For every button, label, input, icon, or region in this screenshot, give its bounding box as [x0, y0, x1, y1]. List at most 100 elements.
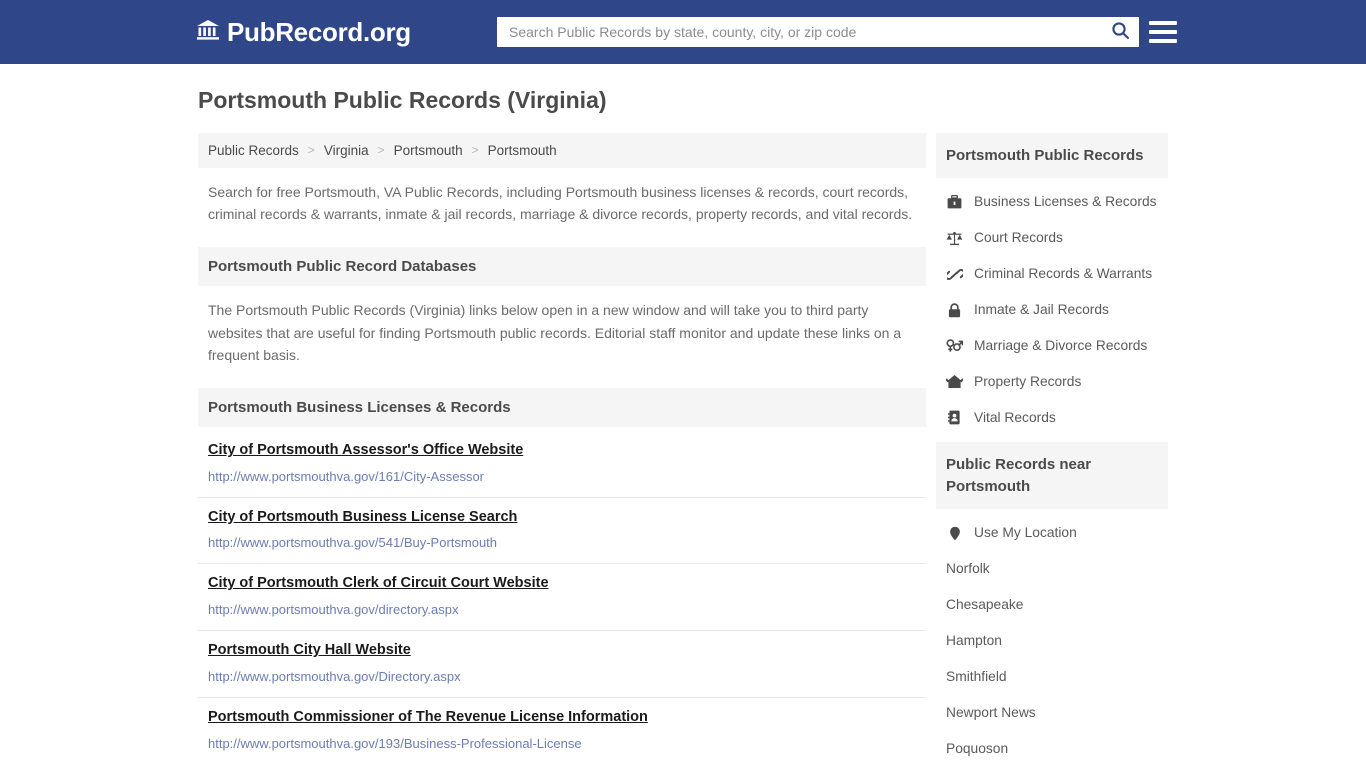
sidebar-item-label: Business Licenses & Records	[974, 194, 1157, 210]
lock-icon	[946, 302, 963, 318]
search-icon	[1111, 21, 1130, 43]
sidebar-item-label: Court Records	[974, 230, 1063, 246]
list-item: Vital Records	[936, 400, 1168, 436]
sidebar-item-vital-records[interactable]: Vital Records	[936, 400, 1168, 436]
breadcrumb-item-3[interactable]: Portsmouth	[488, 143, 557, 158]
sidebar-nearby-heading: Public Records near Portsmouth	[936, 441, 1168, 510]
record-link-title[interactable]: City of Portsmouth Clerk of Circuit Cour…	[208, 574, 549, 594]
site-logo-text: PubRecord.org	[227, 17, 411, 47]
use-my-location-button[interactable]: Use My Location	[936, 515, 1168, 551]
breadcrumb-separator: >	[307, 143, 315, 158]
site-logo[interactable]: PubRecord.org	[196, 19, 411, 46]
record-link-url[interactable]: http://www.portsmouthva.gov/Directory.as…	[208, 668, 916, 686]
record-link-url[interactable]: http://www.portsmouthva.gov/193/Business…	[208, 735, 916, 753]
sidebar-nearby-hampton[interactable]: Hampton	[936, 623, 1168, 659]
record-link-url[interactable]: http://www.portsmouthva.gov/directory.as…	[208, 601, 916, 619]
record-link-title[interactable]: City of Portsmouth Assessor's Office Web…	[208, 441, 523, 461]
sidebar-nearby-chesapeake[interactable]: Chesapeake	[936, 587, 1168, 623]
sidebar-item-inmate-jail-records[interactable]: Inmate & Jail Records	[936, 292, 1168, 328]
databases-description: The Portsmouth Public Records (Virginia)…	[208, 301, 902, 364]
list-item: Hampton	[936, 623, 1168, 659]
search-button[interactable]	[1101, 17, 1139, 47]
breadcrumb-separator: >	[471, 143, 479, 158]
hamburger-menu-icon[interactable]	[1149, 19, 1177, 45]
sidebar-item-property-records[interactable]: Property Records	[936, 364, 1168, 400]
record-link-url[interactable]: http://www.portsmouthva.gov/541/Buy-Port…	[208, 534, 916, 552]
sidebar-nearby-newport-news[interactable]: Newport News	[936, 695, 1168, 731]
list-item: City of Portsmouth Business License Sear…	[198, 496, 926, 564]
handcuffs-icon	[946, 267, 963, 282]
sidebar-item-court-records[interactable]: Court Records	[936, 220, 1168, 256]
list-item: Chesapeake	[936, 587, 1168, 623]
record-link-title[interactable]: Portsmouth Commissioner of The Revenue L…	[208, 708, 648, 728]
sidebar-nearby-label: Poquoson	[946, 740, 1009, 756]
sidebar-nearby-norfolk[interactable]: Norfolk	[936, 551, 1168, 587]
list-item: Smithfield	[936, 659, 1168, 695]
sidebar-nearby-label: Smithfield	[946, 668, 1007, 684]
venus-mars-icon	[946, 338, 963, 353]
sidebar: Portsmouth Public Records Business Licen…	[936, 132, 1168, 768]
list-item: Property Records	[936, 364, 1168, 400]
sidebar-nearby-box: Public Records near Portsmouth Use My Lo…	[936, 441, 1168, 767]
sidebar-item-label: Marriage & Divorce Records	[974, 338, 1148, 354]
see-all-row: See all Portsmouth Business Licenses & R…	[198, 764, 926, 768]
sidebar-nearby-label: Hampton	[946, 633, 1002, 649]
sidebar-item-label: Inmate & Jail Records	[974, 302, 1109, 318]
sidebar-item-marriage-divorce-records[interactable]: Marriage & Divorce Records	[936, 328, 1168, 364]
briefcase-icon	[946, 195, 963, 209]
list-item: Criminal Records & Warrants	[936, 256, 1168, 292]
two-column-layout: Public Records > Virginia > Portsmouth >…	[198, 132, 1168, 768]
business-licenses-heading: Portsmouth Business Licenses & Records	[198, 387, 926, 427]
map-pin-icon	[946, 526, 963, 541]
list-item: Inmate & Jail Records	[936, 292, 1168, 328]
list-item: Use My Location	[936, 515, 1168, 551]
list-item: City of Portsmouth Assessor's Office Web…	[198, 437, 926, 497]
home-icon	[946, 374, 963, 389]
page-body: Portsmouth Public Records (Virginia) Pub…	[0, 64, 1366, 768]
record-link-title[interactable]: Portsmouth City Hall Website	[208, 641, 411, 661]
breadcrumb-separator: >	[377, 143, 385, 158]
record-link-list: City of Portsmouth Assessor's Office Web…	[198, 437, 926, 764]
use-my-location-label: Use My Location	[974, 525, 1077, 541]
breadcrumb: Public Records > Virginia > Portsmouth >…	[198, 132, 926, 168]
list-item: Court Records	[936, 220, 1168, 256]
databases-heading: Portsmouth Public Record Databases	[198, 246, 926, 286]
list-item: Portsmouth Commissioner of The Revenue L…	[198, 696, 926, 764]
sidebar-item-label: Vital Records	[974, 409, 1056, 425]
sidebar-nearby-label: Norfolk	[946, 561, 990, 577]
sidebar-nearby-list: Use My Location Norfolk Chesapeake Hampt…	[936, 509, 1168, 766]
list-item: Newport News	[936, 695, 1168, 731]
sidebar-nearby-label: Newport News	[946, 704, 1036, 720]
scales-of-justice-icon	[946, 231, 963, 246]
sidebar-item-criminal-records[interactable]: Criminal Records & Warrants	[936, 256, 1168, 292]
list-item: Portsmouth City Hall Website http://www.…	[198, 630, 926, 697]
record-link-title[interactable]: City of Portsmouth Business License Sear…	[208, 508, 517, 528]
sidebar-nearby-poquoson[interactable]: Poquoson	[936, 731, 1168, 767]
list-item: City of Portsmouth Clerk of Circuit Cour…	[198, 563, 926, 630]
list-item: Poquoson	[936, 731, 1168, 767]
main-column: Public Records > Virginia > Portsmouth >…	[198, 132, 926, 768]
list-item: Business Licenses & Records	[936, 184, 1168, 220]
breadcrumb-item-2[interactable]: Portsmouth	[394, 143, 463, 158]
intro-text: Search for free Portsmouth, VA Public Re…	[208, 183, 913, 223]
address-book-icon	[946, 410, 963, 425]
sidebar-records-list: Business Licenses & Records Court Record…	[936, 178, 1168, 435]
list-item: Norfolk	[936, 551, 1168, 587]
list-item: Marriage & Divorce Records	[936, 328, 1168, 364]
sidebar-nearby-smithfield[interactable]: Smithfield	[936, 659, 1168, 695]
search-input[interactable]	[497, 17, 1101, 47]
breadcrumb-item-0[interactable]: Public Records	[208, 143, 299, 158]
bank-building-icon	[196, 19, 220, 46]
record-link-url[interactable]: http://www.portsmouthva.gov/161/City-Ass…	[208, 468, 916, 486]
sidebar-item-business-licenses[interactable]: Business Licenses & Records	[936, 184, 1168, 220]
breadcrumb-item-1[interactable]: Virginia	[324, 143, 369, 158]
sidebar-records-box: Portsmouth Public Records Business Licen…	[936, 132, 1168, 436]
sidebar-nearby-label: Chesapeake	[946, 597, 1024, 613]
sidebar-item-label: Criminal Records & Warrants	[974, 266, 1153, 282]
page-title: Portsmouth Public Records (Virginia)	[198, 87, 607, 113]
content-container: Portsmouth Public Records (Virginia) Pub…	[198, 64, 1168, 768]
search-bar[interactable]	[497, 17, 1139, 47]
sidebar-item-label: Property Records	[974, 373, 1082, 389]
site-header: PubRecord.org	[0, 0, 1366, 64]
sidebar-records-heading: Portsmouth Public Records	[936, 132, 1168, 179]
